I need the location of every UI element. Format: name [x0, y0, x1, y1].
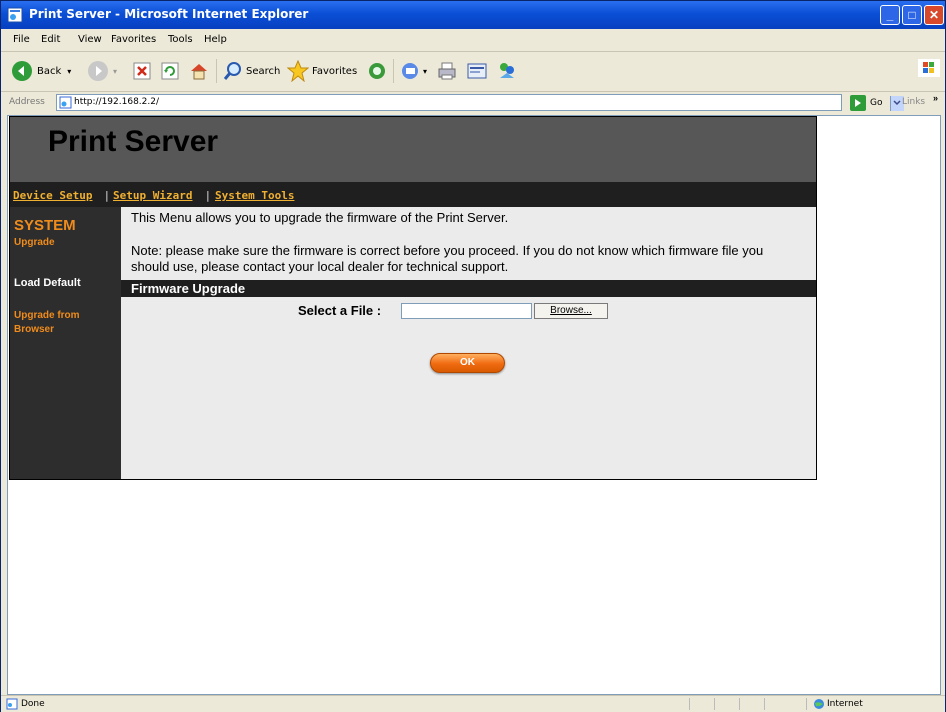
ok-button[interactable]: OK [430, 353, 505, 373]
address-input[interactable]: http://192.168.2.2/ [56, 94, 904, 111]
status-divider [689, 698, 690, 710]
stop-button[interactable] [133, 59, 151, 83]
nav-separator: | [105, 189, 109, 202]
menu-view[interactable]: View [78, 34, 102, 45]
ie-page-icon [7, 7, 23, 23]
close-button[interactable]: ✕ [924, 5, 944, 25]
media-button[interactable] [367, 59, 387, 83]
refresh-icon [161, 62, 179, 80]
messenger-icon [500, 63, 514, 78]
forward-button[interactable]: ▾ [87, 59, 117, 83]
status-divider [739, 698, 740, 710]
toolbar-separator [393, 59, 394, 83]
header-banner: Print Server [10, 117, 816, 182]
main-content: This Menu allows you to upgrade the firm… [121, 207, 816, 479]
sidebar-current-page: Upgrade [14, 237, 55, 248]
status-divider [806, 698, 807, 710]
back-button[interactable]: Back ▾ [11, 59, 71, 83]
window-title: Print Server - Microsoft Internet Explor… [29, 7, 309, 21]
minimize-button[interactable]: _ [880, 5, 900, 25]
print-button[interactable] [437, 59, 457, 83]
menu-edit[interactable]: Edit [41, 34, 60, 45]
print-server-page: Print Server Device Setup | Setup Wizard… [9, 116, 817, 480]
browser-window: Print Server - Microsoft Internet Explor… [0, 0, 946, 712]
nav-device-setup[interactable]: Device Setup [13, 189, 92, 202]
page-title: Print Server [48, 125, 219, 158]
title-bar[interactable]: Print Server - Microsoft Internet Explor… [1, 1, 945, 29]
section-header: Firmware Upgrade [121, 280, 816, 297]
go-button[interactable]: Go [850, 94, 882, 112]
mail-button[interactable]: ▾ [401, 59, 427, 83]
edit-button[interactable] [467, 59, 489, 83]
globe-icon [814, 699, 824, 709]
toolbar-separator [216, 59, 217, 83]
menu-bar: File Edit View Favorites Tools Help [1, 29, 945, 77]
status-divider [714, 698, 715, 710]
chevron-down-icon: ▾ [423, 66, 428, 76]
links-button[interactable]: Links [902, 97, 925, 107]
menu-tools[interactable]: Tools [168, 34, 193, 45]
status-divider [764, 698, 765, 710]
refresh-button[interactable] [161, 59, 179, 83]
page-viewport: Print Server Device Setup | Setup Wizard… [7, 115, 941, 695]
stop-icon [133, 62, 151, 80]
file-path-input[interactable] [401, 303, 532, 319]
edit-page-icon [467, 63, 487, 79]
chevron-down-icon: ▾ [67, 66, 72, 76]
status-text: Done [21, 699, 45, 709]
status-bar: Done Internet [1, 695, 945, 712]
security-zone: Internet [827, 699, 863, 709]
address-label: Address [9, 97, 45, 107]
section-title: Firmware Upgrade [131, 281, 246, 296]
search-icon [223, 62, 241, 80]
messenger-button[interactable] [497, 59, 517, 83]
toolbar: Back ▾ ▾ Search Favorites ▾ [1, 51, 945, 92]
go-arrow-icon [850, 95, 866, 111]
back-arrow-icon [12, 61, 32, 81]
top-nav: Device Setup | Setup Wizard | System Too… [10, 182, 816, 207]
sidebar-item-upgrade-from-browser[interactable]: Upgrade from Browser [14, 309, 109, 337]
nav-system-tools[interactable]: System Tools [215, 189, 294, 202]
mail-icon [402, 63, 418, 79]
forward-arrow-icon [88, 61, 108, 81]
ie-page-icon [6, 698, 18, 710]
menu-file[interactable]: File [13, 34, 30, 45]
search-button[interactable]: Search [223, 59, 280, 83]
ie-page-icon [59, 96, 72, 109]
sidebar-section-title: SYSTEM [14, 217, 76, 234]
menu-favorites[interactable]: Favorites [111, 34, 156, 45]
address-url: http://192.168.2.2/ [74, 97, 159, 107]
nav-separator: | [206, 189, 210, 202]
favorites-button[interactable]: Favorites [287, 59, 357, 83]
home-button[interactable] [189, 59, 209, 83]
chevron-down-icon: ▾ [113, 66, 118, 76]
media-icon [369, 63, 385, 79]
note-text: Note: please make sure the firmware is c… [131, 243, 764, 274]
chevron-right-icon[interactable]: » [933, 93, 938, 103]
intro-text: This Menu allows you to upgrade the firm… [131, 210, 509, 225]
menu-help[interactable]: Help [204, 34, 227, 45]
maximize-button[interactable]: □ [902, 5, 922, 25]
sidebar: SYSTEM Upgrade Load Default Upgrade from… [10, 207, 121, 479]
file-label: Select a File : [298, 303, 382, 318]
nav-setup-wizard[interactable]: Setup Wizard [113, 189, 192, 202]
browse-button[interactable]: Browse... [534, 303, 608, 319]
star-icon [287, 60, 309, 82]
sidebar-item-load-default[interactable]: Load Default [14, 277, 81, 289]
printer-icon [438, 62, 456, 80]
address-bar: Address http://192.168.2.2/ Go Links » [1, 92, 945, 114]
home-icon [191, 64, 207, 80]
